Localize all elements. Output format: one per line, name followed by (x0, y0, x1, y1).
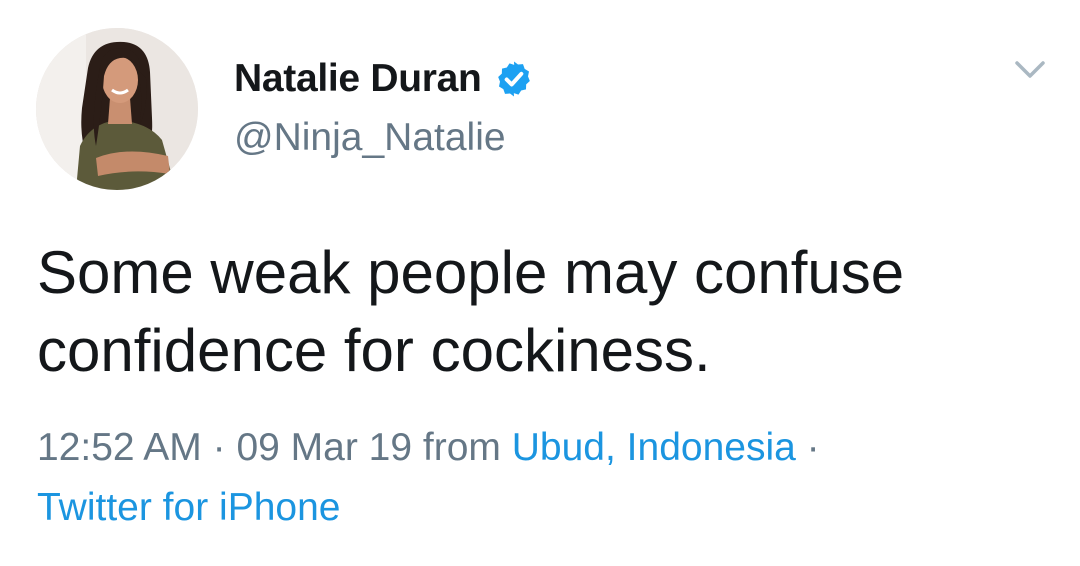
tweet-meta: 12:52 AM · 09 Mar 19 from Ubud, Indonesi… (37, 418, 1047, 538)
avatar-photo (36, 28, 198, 190)
chevron-down-icon[interactable] (1010, 54, 1050, 86)
location-link[interactable]: Ubud, Indonesia (512, 426, 796, 469)
from-label: from (422, 426, 501, 469)
tweet-time[interactable]: 12:52 AM (37, 426, 202, 469)
author-handle[interactable]: @Ninja_Natalie (234, 116, 506, 160)
author-display-name[interactable]: Natalie Duran (234, 57, 482, 101)
tweet-card: Natalie Duran @Ninja_Natalie Some weak p… (0, 0, 1080, 566)
meta-separator: · (212, 426, 226, 469)
tweet-meta-line-2: Twitter for iPhone (37, 478, 1047, 538)
tweet-text-line: confidence for cockiness. (37, 317, 711, 384)
tweet-date[interactable]: 09 Mar 19 (236, 426, 412, 469)
tweet-text-line: Some weak people may confuse (37, 239, 905, 306)
author-name-row[interactable]: Natalie Duran (234, 54, 534, 104)
tweet-meta-line-1: 12:52 AM · 09 Mar 19 from Ubud, Indonesi… (37, 418, 1047, 478)
meta-separator: · (806, 426, 820, 469)
verified-badge-icon (494, 59, 534, 99)
source-link[interactable]: Twitter for iPhone (37, 486, 340, 529)
tweet-text: Some weak people may confuse confidence … (37, 234, 1047, 390)
avatar[interactable] (36, 28, 198, 190)
